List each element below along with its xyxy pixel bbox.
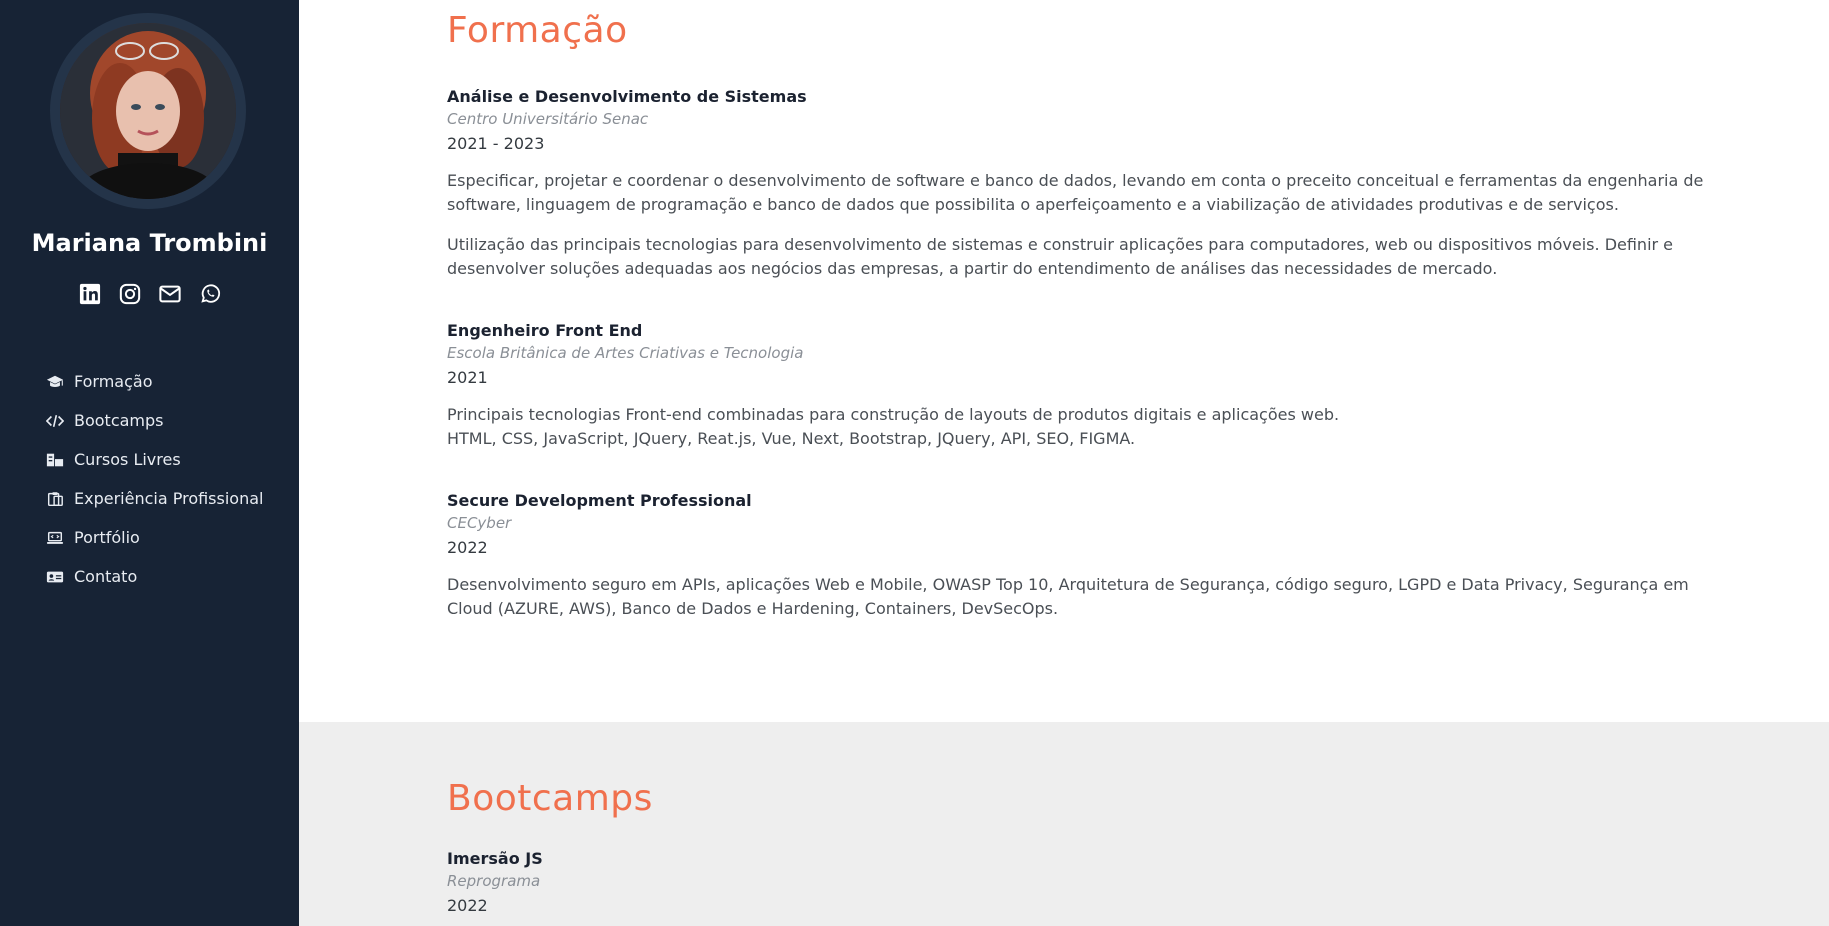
whatsapp-icon[interactable] xyxy=(198,282,222,306)
sidebar-item-label: Formação xyxy=(74,372,153,391)
entry-org: Escola Britânica de Artes Criativas e Te… xyxy=(447,344,804,362)
section-title: Bootcamps xyxy=(447,778,653,819)
entry-title: Secure Development Professional xyxy=(447,491,752,510)
entry-org: Reprograma xyxy=(447,872,541,890)
entry-title: Engenheiro Front End xyxy=(447,321,643,340)
social-links xyxy=(78,282,222,306)
section-title: Formação xyxy=(447,10,628,51)
graduation-cap-icon xyxy=(45,374,65,390)
sidebar-item-bootcamps[interactable]: Bootcamps xyxy=(45,401,263,440)
entry-date: 2022 xyxy=(447,896,488,915)
main-content: Formação Análise e Desenvolvimento de Si… xyxy=(299,0,1829,926)
education-entry: Análise e Desenvolvimento de Sistemas Ce… xyxy=(447,87,1717,281)
entry-date: 2021 - 2023 xyxy=(447,134,545,153)
entry-org: Centro Universitário Senac xyxy=(447,110,649,128)
sidebar-item-label: Contato xyxy=(74,567,138,586)
entry-description: Especificar, projetar e coordenar o dese… xyxy=(447,171,1704,214)
courses-icon xyxy=(45,452,65,468)
entry-date: 2022 xyxy=(447,538,488,557)
sidebar-item-contato[interactable]: Contato xyxy=(45,557,263,596)
profile-photo xyxy=(60,23,236,199)
entry-title: Análise e Desenvolvimento de Sistemas xyxy=(447,87,807,106)
entry-description: Utilização das principais tecnologias pa… xyxy=(447,235,1674,278)
sidebar-item-label: Bootcamps xyxy=(74,411,164,430)
entry-description-line: Principais tecnologias Front-end combina… xyxy=(447,405,1340,424)
sidebar-item-label: Cursos Livres xyxy=(74,450,181,469)
sidebar-item-cursos-livres[interactable]: Cursos Livres xyxy=(45,440,263,479)
instagram-icon[interactable] xyxy=(118,282,142,306)
envelope-icon[interactable] xyxy=(158,282,182,306)
entry-tech-list: HTML, CSS, JavaScript, JQuery, Reat.js, … xyxy=(447,429,1136,448)
code-icon xyxy=(45,413,65,429)
linkedin-icon[interactable] xyxy=(78,282,102,306)
sidebar-item-label: Portfólio xyxy=(74,528,140,547)
section-bootcamps: Bootcamps Imersão JS Reprograma 2022 xyxy=(299,722,1829,926)
clipboard-icon xyxy=(45,491,65,507)
education-entry: Engenheiro Front End Escola Britânica de… xyxy=(447,321,1717,451)
sidebar-item-label: Experiência Profissional xyxy=(74,489,264,508)
entry-description: Desenvolvimento seguro em APIs, aplicaçõ… xyxy=(447,575,1689,618)
sidebar-nav: Formação Bootcamps Cursos Livres Experiê… xyxy=(45,362,263,596)
section-formacao: Formação Análise e Desenvolvimento de Si… xyxy=(299,0,1829,722)
contact-card-icon xyxy=(45,569,65,585)
entry-date: 2021 xyxy=(447,368,488,387)
avatar xyxy=(50,13,246,209)
sidebar: Mariana Trombini Formação Bootcamps Curs… xyxy=(0,0,299,926)
sidebar-item-experiencia[interactable]: Experiência Profissional xyxy=(45,479,263,518)
formacao-content: Formação Análise e Desenvolvimento de Si… xyxy=(447,10,1717,621)
entry-org: CECyber xyxy=(447,514,512,532)
sidebar-item-portfolio[interactable]: Portfólio xyxy=(45,518,263,557)
entry-title: Imersão JS xyxy=(447,849,543,868)
entry-description: Principais tecnologias Front-end combina… xyxy=(447,403,1717,451)
sidebar-item-formacao[interactable]: Formação xyxy=(45,362,263,401)
education-entry: Secure Development Professional CECyber … xyxy=(447,491,1717,621)
profile-name: Mariana Trombini xyxy=(31,229,268,257)
laptop-icon xyxy=(45,530,65,546)
bootcamp-entry: Imersão JS Reprograma 2022 xyxy=(447,849,1717,915)
bootcamps-content: Bootcamps Imersão JS Reprograma 2022 xyxy=(447,778,1717,915)
